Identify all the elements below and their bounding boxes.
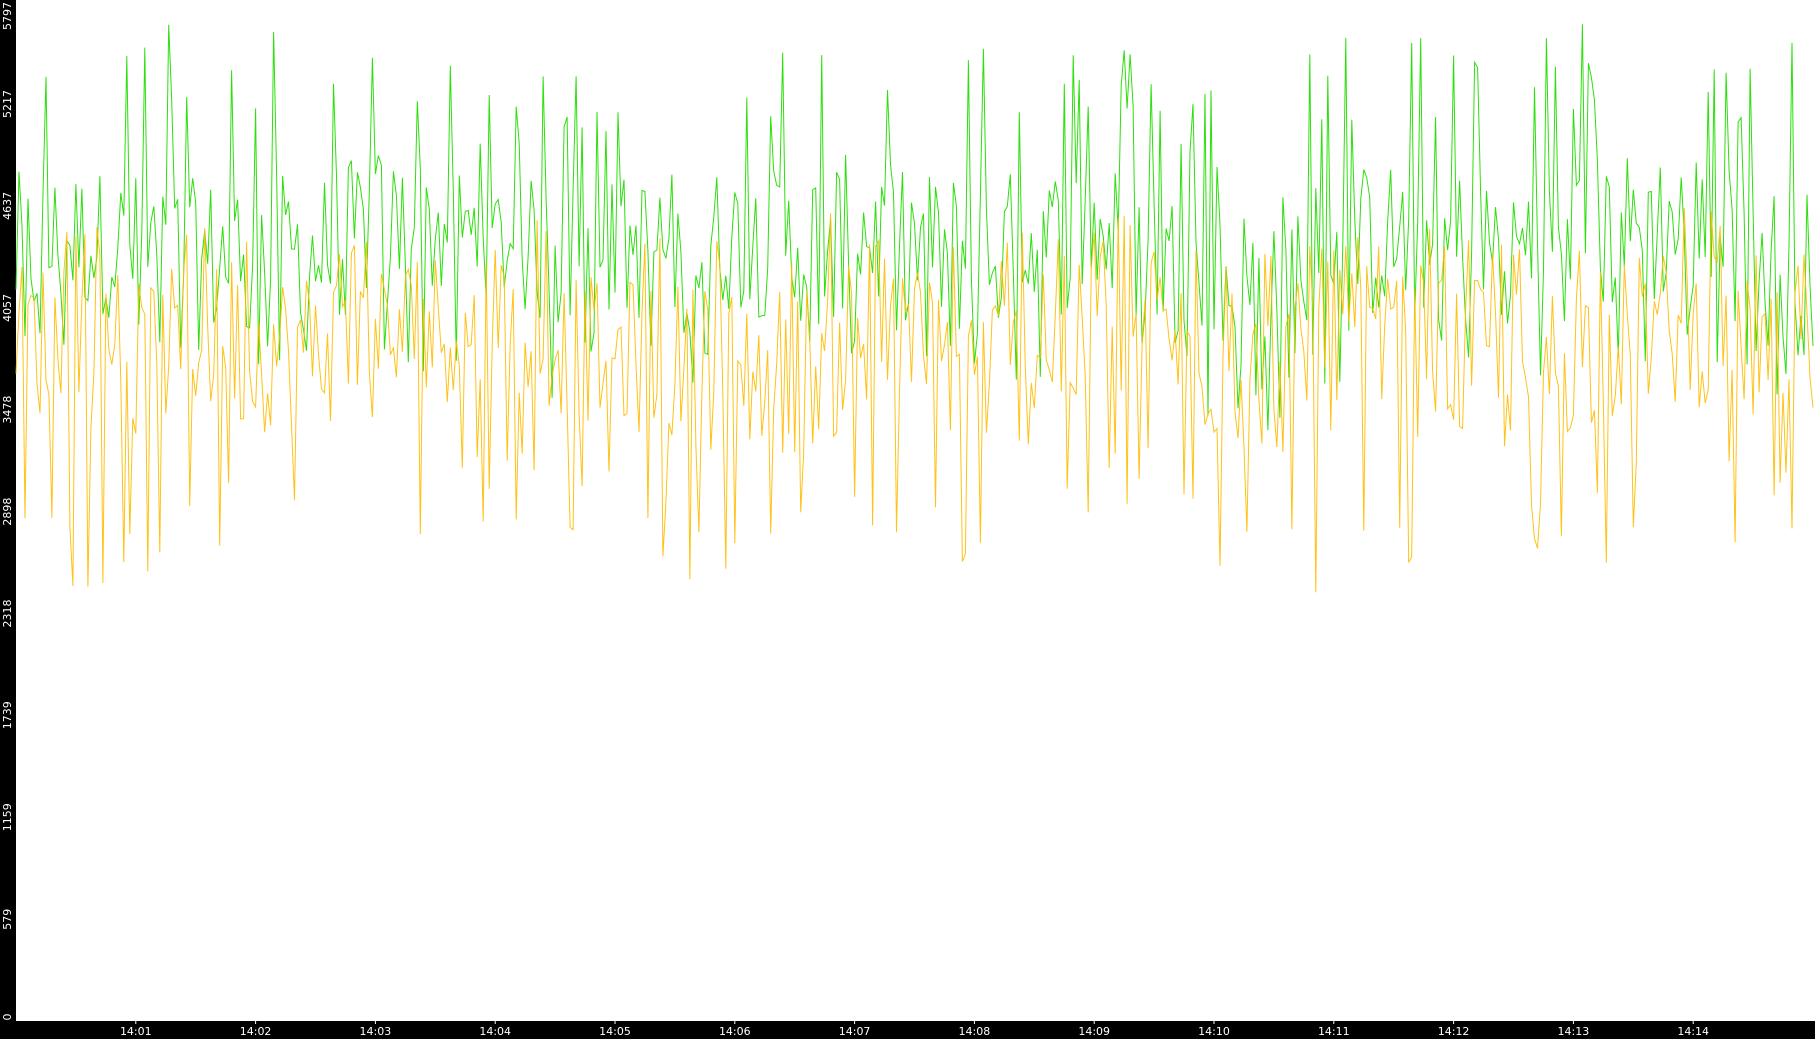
x-tick-label: 14:02 bbox=[240, 1025, 272, 1038]
x-tick-label: 14:12 bbox=[1438, 1025, 1470, 1038]
y-tick-label: 2318 bbox=[1, 600, 14, 628]
x-tick-label: 14:04 bbox=[479, 1025, 511, 1038]
y-tick-label: 4637 bbox=[1, 192, 14, 220]
y-tick-label: 5217 bbox=[1, 90, 14, 118]
y-tick-label: 0 bbox=[1, 1014, 14, 1021]
y-tick-label: 2898 bbox=[1, 498, 14, 526]
x-tick-label: 14:14 bbox=[1677, 1025, 1709, 1038]
x-tick-label: 14:10 bbox=[1198, 1025, 1230, 1038]
x-tick-label: 14:01 bbox=[120, 1025, 152, 1038]
x-tick-label: 14:13 bbox=[1558, 1025, 1590, 1038]
x-tick-label: 14:03 bbox=[360, 1025, 392, 1038]
y-tick-label: 4057 bbox=[1, 294, 14, 322]
x-tick-label: 14:06 bbox=[719, 1025, 751, 1038]
series-layer bbox=[15, 24, 1814, 593]
x-tick-label: 14:08 bbox=[959, 1025, 991, 1038]
x-tick-label: 14:07 bbox=[839, 1025, 871, 1038]
line-chart: 0 579 1159 1739 2318 2898 3478 4057 4637 5217 5797… bbox=[0, 0, 1815, 1039]
y-tick-label: 3478 bbox=[1, 396, 14, 424]
x-tick-label: 14:11 bbox=[1318, 1025, 1350, 1038]
y-tick-label: 5797 bbox=[1, 2, 14, 30]
y-tick-label: 1739 bbox=[1, 701, 14, 729]
x-tick-label: 14:09 bbox=[1078, 1025, 1110, 1038]
x-tick-label: 14:05 bbox=[599, 1025, 631, 1038]
x-axis-bar bbox=[0, 1021, 1815, 1039]
y-tick-label: 1159 bbox=[1, 803, 14, 831]
y-tick-label: 579 bbox=[1, 909, 14, 930]
